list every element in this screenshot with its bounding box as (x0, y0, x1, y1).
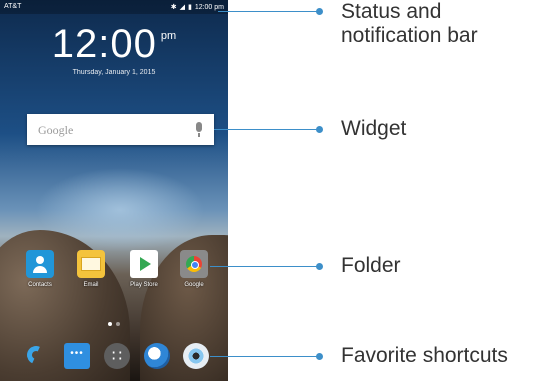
signal-icon: ◢ (179, 4, 185, 11)
callout-favorites: Favorite shortcuts (341, 344, 508, 367)
carrier-name: AT&T (4, 3, 22, 10)
browser-icon[interactable] (144, 343, 170, 369)
status-bar[interactable]: AT&T ✱ ◢ ▮ 12:00 pm (0, 0, 228, 14)
app-play-store[interactable]: Play Store (122, 250, 166, 288)
phone-icon[interactable] (24, 343, 50, 369)
home-screen: AT&T ✱ ◢ ▮ 12:00 pm 12:00 pm Thursday, Ja… (0, 0, 228, 381)
clock-ampm: pm (160, 30, 177, 42)
battery-icon: ▮ (187, 4, 192, 11)
google-folder-icon[interactable] (180, 250, 208, 278)
folder-google[interactable]: Google (172, 250, 216, 288)
callout-dot-status (316, 8, 323, 15)
callout-folder: Folder (341, 254, 401, 277)
callout-line-folder (210, 266, 318, 267)
app-label: Contacts (28, 282, 52, 288)
callout-widget: Widget (341, 117, 407, 140)
app-label: Google (184, 282, 204, 288)
contacts-icon[interactable] (26, 250, 54, 278)
app-contacts[interactable]: Contacts (18, 250, 62, 288)
google-search-widget[interactable]: Google (27, 114, 214, 145)
clock-time: 12:00 (51, 22, 157, 66)
callout-dot-widget (316, 126, 323, 133)
status-icons: ✱ ◢ ▮ 12:00 pm (170, 3, 224, 12)
callout-line-status (218, 11, 318, 12)
play-store-icon[interactable] (130, 250, 158, 278)
messaging-icon[interactable] (64, 343, 90, 369)
callout-dot-favorites (316, 353, 323, 360)
page-indicator (108, 322, 120, 326)
search-input[interactable]: Google (38, 123, 73, 138)
callout-line-widget (214, 129, 318, 130)
page-dot-active (108, 322, 112, 326)
callout-status-bar: Status and notification bar (341, 0, 478, 47)
bluetooth-icon: ✱ (170, 4, 177, 11)
clock-widget[interactable]: 12:00 pm Thursday, January 1, 2015 (0, 22, 228, 76)
email-icon[interactable] (77, 250, 105, 278)
callout-dot-folder (316, 263, 323, 270)
camera-icon[interactable] (183, 343, 209, 369)
callout-line-favorites (210, 356, 318, 357)
app-label: Play Store (130, 282, 158, 288)
page-dot (116, 322, 120, 326)
app-email[interactable]: Email (69, 250, 113, 288)
mic-icon[interactable] (196, 122, 202, 137)
clock-date: Thursday, January 1, 2015 (72, 69, 156, 76)
app-label: Email (83, 282, 99, 288)
status-time: 12:00 pm (194, 3, 224, 11)
apps-icon[interactable] (104, 343, 130, 369)
